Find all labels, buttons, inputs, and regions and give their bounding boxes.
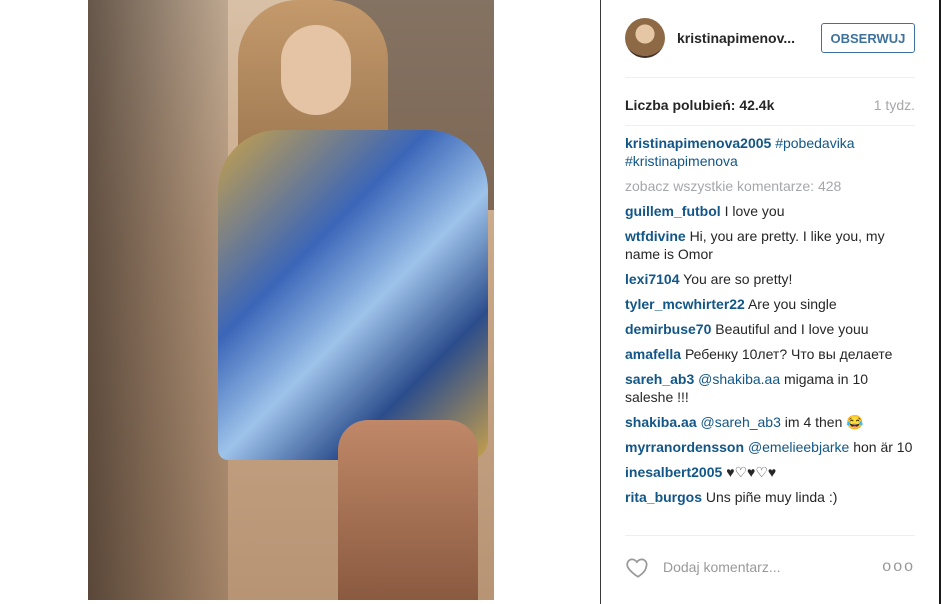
comment-mention[interactable]: @emelieebjarke xyxy=(748,439,849,455)
comments-list[interactable]: kristinapimenova2005 #pobedavika #kristi… xyxy=(625,134,915,530)
comment-text: Uns piñe muy linda :) xyxy=(705,489,838,505)
comment-username[interactable]: guillem_futbol xyxy=(625,203,721,219)
comment-username[interactable]: sareh_ab3 xyxy=(625,371,694,387)
comment-username[interactable]: wtfdivine xyxy=(625,228,686,244)
footer-separator xyxy=(625,535,915,536)
follow-button[interactable]: OBSERWUJ xyxy=(820,23,915,53)
post-photo[interactable] xyxy=(88,0,494,600)
comment-item: inesalbert2005 ♥♡♥♡♥ xyxy=(625,463,915,481)
photo-panel xyxy=(0,0,600,604)
comment-text: You are so pretty! xyxy=(683,271,793,287)
heart-icon[interactable] xyxy=(625,554,651,580)
caption: kristinapimenova2005 #pobedavika #kristi… xyxy=(625,134,915,170)
post-sidebar: kristinapimenov... OBSERWUJ Liczba polub… xyxy=(601,0,941,604)
comment-item: lexi7104 You are so pretty! xyxy=(625,270,915,288)
comment-username[interactable]: amafella xyxy=(625,346,681,362)
view-all-comments-link[interactable]: zobacz wszystkie komentarze: 428 xyxy=(625,177,915,195)
post-time[interactable]: 1 tydz. xyxy=(874,97,915,113)
comment-text: hon är 10 xyxy=(853,439,913,455)
comment-footer: Dodaj komentarz... ooo xyxy=(625,552,915,582)
photo-subject-dress xyxy=(218,130,488,460)
comment-item: myrranordensson @emelieebjarke hon är 10 xyxy=(625,438,915,456)
comment-text: I love you xyxy=(724,203,785,219)
comment-username[interactable]: inesalbert2005 xyxy=(625,464,722,480)
avatar[interactable] xyxy=(625,18,665,58)
comment-text: Are you single xyxy=(747,296,837,312)
likes-separator xyxy=(625,125,915,126)
comment-item: tyler_mcwhirter22 Are you single xyxy=(625,295,915,313)
comment-username[interactable]: myrranordensson xyxy=(625,439,744,455)
comment-item: shakiba.aa @sareh_ab3 im 4 then 😂 xyxy=(625,413,915,431)
comment-username[interactable]: demirbuse70 xyxy=(625,321,711,337)
post-username[interactable]: kristinapimenov... xyxy=(677,30,821,46)
likes-count[interactable]: Liczba polubień: 42.4k xyxy=(625,97,774,113)
comment-username[interactable]: shakiba.aa xyxy=(625,414,697,430)
comment-mention[interactable]: @shakiba.aa xyxy=(698,371,780,387)
more-options-icon[interactable]: ooo xyxy=(882,558,915,576)
photo-shadow-left xyxy=(88,0,228,600)
comment-username[interactable]: tyler_mcwhirter22 xyxy=(625,296,745,312)
comment-text: im 4 then 😂 xyxy=(784,414,864,430)
caption-username[interactable]: kristinapimenova2005 xyxy=(625,135,771,151)
likes-row: Liczba polubień: 42.4k 1 tydz. xyxy=(625,97,915,113)
comment-item: guillem_futbol I love you xyxy=(625,202,915,220)
photo-subject-face xyxy=(281,25,351,115)
comment-item: wtfdivine Hi, you are pretty. I like you… xyxy=(625,227,915,263)
add-comment-input[interactable]: Dodaj komentarz... xyxy=(663,559,781,575)
comment-item: sareh_ab3 @shakiba.aa migama in 10 sales… xyxy=(625,370,915,406)
comment-mention[interactable]: @sareh_ab3 xyxy=(701,414,781,430)
comment-item: rita_burgos Uns piñe muy linda :) xyxy=(625,488,915,506)
comment-text: Beautiful and I love youu xyxy=(715,321,869,337)
comment-username[interactable]: lexi7104 xyxy=(625,271,680,287)
header-separator xyxy=(625,77,915,78)
post-header: kristinapimenov... OBSERWUJ xyxy=(625,17,915,59)
comment-text: ♥♡♥♡♥ xyxy=(726,464,777,480)
comment-username[interactable]: rita_burgos xyxy=(625,489,702,505)
comment-item: demirbuse70 Beautiful and I love youu xyxy=(625,320,915,338)
photo-subject-legs xyxy=(338,420,478,600)
comment-text: Ребенку 10лет? Что вы делаете xyxy=(684,346,893,362)
comment-item: amafella Ребенку 10лет? Что вы делаете xyxy=(625,345,915,363)
